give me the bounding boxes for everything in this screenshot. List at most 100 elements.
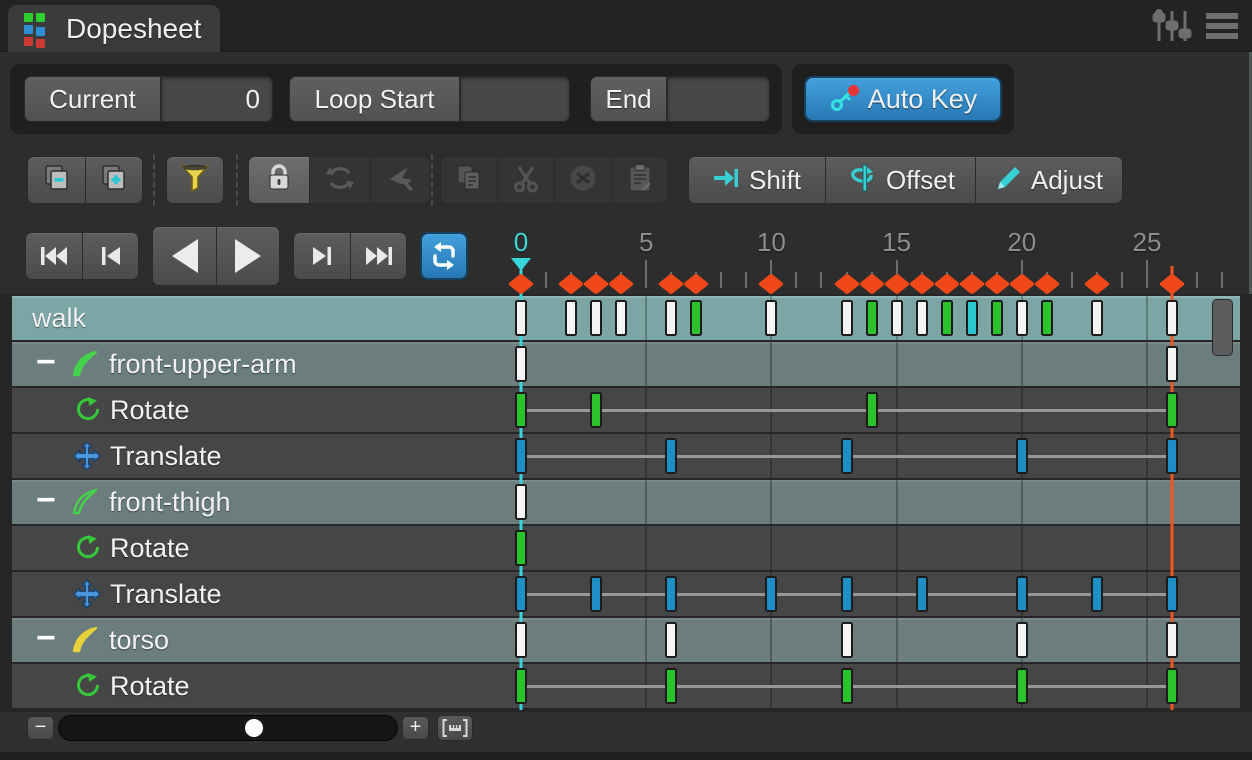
vertical-scrollbar[interactable] [1212,299,1233,356]
keyframe[interactable] [665,300,677,336]
dopesheet-row[interactable]: − front-upper-arm [12,342,1240,386]
keyframe[interactable] [515,530,527,566]
keyframe[interactable] [515,346,527,382]
keyframe[interactable] [1016,668,1028,704]
keyframe[interactable] [891,300,903,336]
ruler-key-diamond[interactable] [833,273,860,294]
keyframe[interactable] [991,300,1003,336]
ruler-key-diamond[interactable] [908,273,935,294]
keyframe[interactable] [665,668,677,704]
keyframe[interactable] [590,300,602,336]
keyframe[interactable] [665,576,677,612]
keyframe[interactable] [1166,392,1178,428]
keyframe[interactable] [841,438,853,474]
ruler-key-diamond[interactable] [758,273,785,294]
loop-start-input[interactable] [460,76,570,122]
dopesheet-row[interactable]: Translate [12,434,1240,478]
keyframe[interactable] [665,438,677,474]
keyframe[interactable] [690,300,702,336]
keyframe[interactable] [515,300,527,336]
paste-button[interactable] [611,156,668,204]
keyframe[interactable] [1016,622,1028,658]
expand-button[interactable] [85,156,143,204]
dopesheet-row[interactable]: walk [12,296,1240,340]
keyframe[interactable] [866,300,878,336]
adjust-button[interactable]: Adjust [975,156,1123,204]
zoom-out-button[interactable]: − [27,716,54,740]
keyframe[interactable] [665,622,677,658]
select-cursor-button[interactable] [370,156,431,204]
keyframe[interactable] [841,668,853,704]
collapse-toggle[interactable]: − [36,480,56,524]
end-input[interactable] [667,76,770,122]
keyframe[interactable] [565,300,577,336]
dopesheet-row[interactable]: Rotate [12,664,1240,708]
keyframe[interactable] [1166,622,1178,658]
zoom-slider-thumb[interactable] [245,719,263,737]
keyframe[interactable] [866,392,878,428]
keyframe[interactable] [841,622,853,658]
ruler-key-diamond[interactable] [933,273,960,294]
offset-button[interactable]: Offset [825,156,975,204]
keyframe[interactable] [515,622,527,658]
timeline-property-name[interactable]: Rotate [110,526,190,570]
fit-timeline-button[interactable] [437,715,473,741]
timeline-property-name[interactable]: Translate [110,434,222,478]
collapse-button[interactable] [27,156,85,204]
ruler-key-diamond[interactable] [1034,273,1061,294]
keyframe[interactable] [1166,300,1178,336]
keyframe[interactable] [1166,668,1178,704]
shift-button[interactable]: Shift [688,156,825,204]
keyframe[interactable] [841,576,853,612]
timeline-property-name[interactable]: Rotate [110,664,190,708]
playhead-marker[interactable] [511,258,531,271]
ruler-key-diamond[interactable] [508,273,535,294]
keyframe[interactable] [765,576,777,612]
keyframe[interactable] [1016,438,1028,474]
bone-name[interactable]: front-thigh [109,480,231,524]
zoom-slider-track[interactable] [58,715,398,741]
dopesheet-row[interactable]: − front-thigh [12,480,1240,524]
keyframe[interactable] [1091,300,1103,336]
tab-dopesheet[interactable]: Dopesheet [8,5,220,52]
ruler-key-diamond[interactable] [858,273,885,294]
ruler-key-diamond[interactable] [608,273,635,294]
ruler-key-diamond[interactable] [658,273,685,294]
timeline-property-name[interactable]: Rotate [110,388,190,432]
ruler-key-diamond[interactable] [558,273,585,294]
sync-button[interactable] [309,156,370,204]
keyframe[interactable] [590,392,602,428]
bone-name[interactable]: front-upper-arm [109,342,297,386]
dopesheet-row[interactable]: Rotate [12,388,1240,432]
ruler-key-diamond[interactable] [1009,273,1036,294]
keyframe[interactable] [1016,576,1028,612]
keyframe[interactable] [515,438,527,474]
keyframe[interactable] [1166,438,1178,474]
dopesheet-row[interactable]: −torso [12,618,1240,662]
ruler-key-diamond[interactable] [883,273,910,294]
animation-name[interactable]: walk [32,296,86,340]
lock-button[interactable] [248,156,309,204]
keyframe[interactable] [515,668,527,704]
zoom-in-button[interactable]: + [402,716,429,740]
collapse-toggle[interactable]: − [36,618,56,662]
menu-icon[interactable] [1206,12,1238,45]
keyframe[interactable] [515,392,527,428]
dopesheet-row[interactable]: Translate [12,572,1240,616]
filter-button[interactable] [166,156,224,204]
timeline-ruler[interactable]: 0510152025 [0,222,1252,296]
keyframe[interactable] [765,300,777,336]
dopesheet-row[interactable]: Rotate [12,526,1240,570]
ruler-key-diamond[interactable] [1084,273,1111,294]
keyframe[interactable] [941,300,953,336]
keyframe[interactable] [1091,576,1103,612]
cut-button[interactable] [497,156,554,204]
ruler-key-diamond[interactable] [958,273,985,294]
ruler-key-diamond[interactable] [583,273,610,294]
keyframe[interactable] [1166,576,1178,612]
collapse-toggle[interactable]: − [36,342,56,386]
current-frame-input[interactable]: 0 [161,76,273,122]
ruler-key-diamond[interactable] [1159,273,1186,294]
ruler-key-diamond[interactable] [983,273,1010,294]
keyframe[interactable] [1041,300,1053,336]
